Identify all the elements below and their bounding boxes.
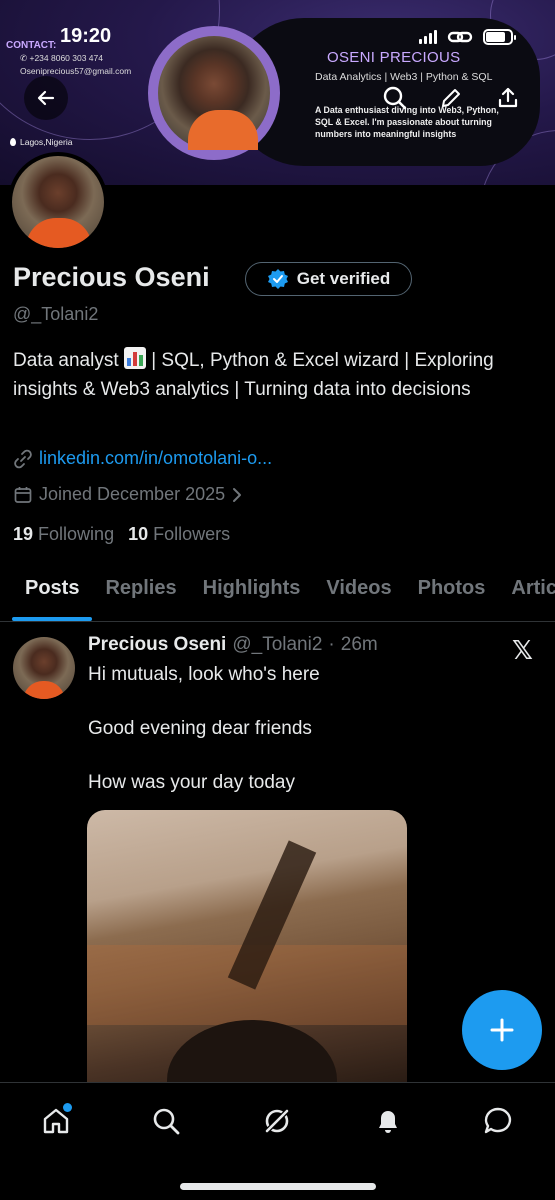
grok-icon — [264, 1108, 290, 1134]
back-button[interactable] — [24, 76, 68, 120]
tab-posts[interactable]: Posts — [12, 560, 93, 621]
get-verified-button[interactable]: Get verified — [245, 262, 412, 296]
home-indicator[interactable] — [180, 1183, 376, 1190]
edit-button[interactable] — [436, 83, 466, 113]
post-author-avatar[interactable] — [13, 637, 75, 699]
nav-notifications[interactable] — [366, 1099, 410, 1143]
search-icon — [383, 86, 407, 110]
post-author-handle[interactable]: @_Tolani2 — [232, 634, 322, 656]
plus-icon — [490, 1018, 514, 1042]
joined-text: Joined December 2025 — [39, 484, 226, 504]
bar-chart-emoji-icon — [123, 347, 146, 369]
post-text-line: How was your day today — [88, 772, 295, 793]
get-verified-label: Get verified — [296, 269, 391, 288]
calendar-icon — [14, 486, 32, 503]
nav-grok[interactable] — [255, 1099, 299, 1143]
profile-avatar[interactable] — [8, 152, 108, 252]
post-author-name[interactable]: Precious Oseni — [88, 634, 226, 656]
nav-search[interactable] — [144, 1099, 188, 1143]
home-notification-dot — [63, 1103, 72, 1112]
profile-website-link[interactable]: linkedin.com/in/omotolani-o... — [13, 448, 272, 469]
joined-date[interactable]: Joined December 2025 — [13, 484, 243, 505]
banner-phone: ✆ +234 8060 303 474 — [20, 53, 103, 63]
arrow-left-icon — [37, 90, 55, 106]
chat-bubble-icon — [484, 1107, 512, 1134]
status-icons — [419, 28, 516, 46]
search-icon — [153, 1108, 180, 1135]
profile-link-text[interactable]: linkedin.com/in/omotolani-o... — [39, 448, 272, 469]
followers-link[interactable]: 10 Followers — [128, 524, 230, 545]
following-link[interactable]: 19 Following — [13, 524, 114, 545]
banner-name: OSENI PRECIOUS — [327, 49, 461, 66]
search-button[interactable] — [380, 83, 410, 113]
tab-photos[interactable]: Photos — [405, 560, 499, 621]
profile-name: Precious Oseni — [13, 262, 210, 292]
share-button[interactable] — [493, 83, 523, 113]
profile-tabs: Posts Replies Highlights Videos Photos A… — [0, 560, 555, 622]
profile-handle: @_Tolani2 — [13, 304, 99, 324]
compose-button[interactable] — [462, 990, 542, 1070]
verified-badge-icon — [267, 269, 288, 289]
banner-location: Lagos,Nigeria — [10, 137, 72, 147]
tab-replies[interactable]: Replies — [92, 560, 189, 621]
post-text-line: Good evening dear friends — [88, 718, 312, 739]
x-logo-icon[interactable]: 𝕏 — [512, 635, 533, 666]
post-time: 26m — [340, 634, 378, 655]
profile-bio: Data analyst | SQL, Python & Excel wizar… — [13, 346, 538, 404]
post-separator: · — [328, 634, 335, 655]
signal-icon — [419, 30, 437, 44]
post-text-line: Hi mutuals, look who's here — [88, 664, 320, 685]
location-pin-icon — [10, 138, 16, 146]
post-header: Precious Oseni @_Tolani2 · 26m — [88, 634, 378, 656]
banner-email: Oseniprecious57@gmail.com — [20, 66, 132, 76]
bell-icon — [379, 1111, 397, 1133]
post-image[interactable] — [87, 810, 407, 1082]
banner-bio: A Data enthusiast diving into Web3, Pyth… — [315, 105, 499, 139]
tab-articles[interactable]: Articles — [498, 560, 555, 621]
chevron-right-icon — [233, 487, 242, 502]
link-chain-icon — [447, 31, 473, 43]
nav-home[interactable] — [34, 1099, 78, 1143]
follow-stats: 19 Following 10 Followers — [13, 524, 230, 545]
status-time: 19:20 — [60, 25, 112, 47]
nav-messages[interactable] — [476, 1099, 520, 1143]
battery-icon — [483, 29, 516, 45]
tab-videos[interactable]: Videos — [313, 560, 404, 621]
bottom-navigation — [0, 1082, 555, 1200]
banner-contact-title: CONTACT: — [6, 40, 57, 51]
banner-photo — [148, 26, 280, 160]
pencil-icon — [442, 89, 460, 107]
banner-subtitle: Data Analytics | Web3 | Python & SQL — [315, 71, 493, 83]
link-icon — [14, 449, 32, 468]
share-icon — [498, 87, 518, 108]
tab-highlights[interactable]: Highlights — [190, 560, 314, 621]
